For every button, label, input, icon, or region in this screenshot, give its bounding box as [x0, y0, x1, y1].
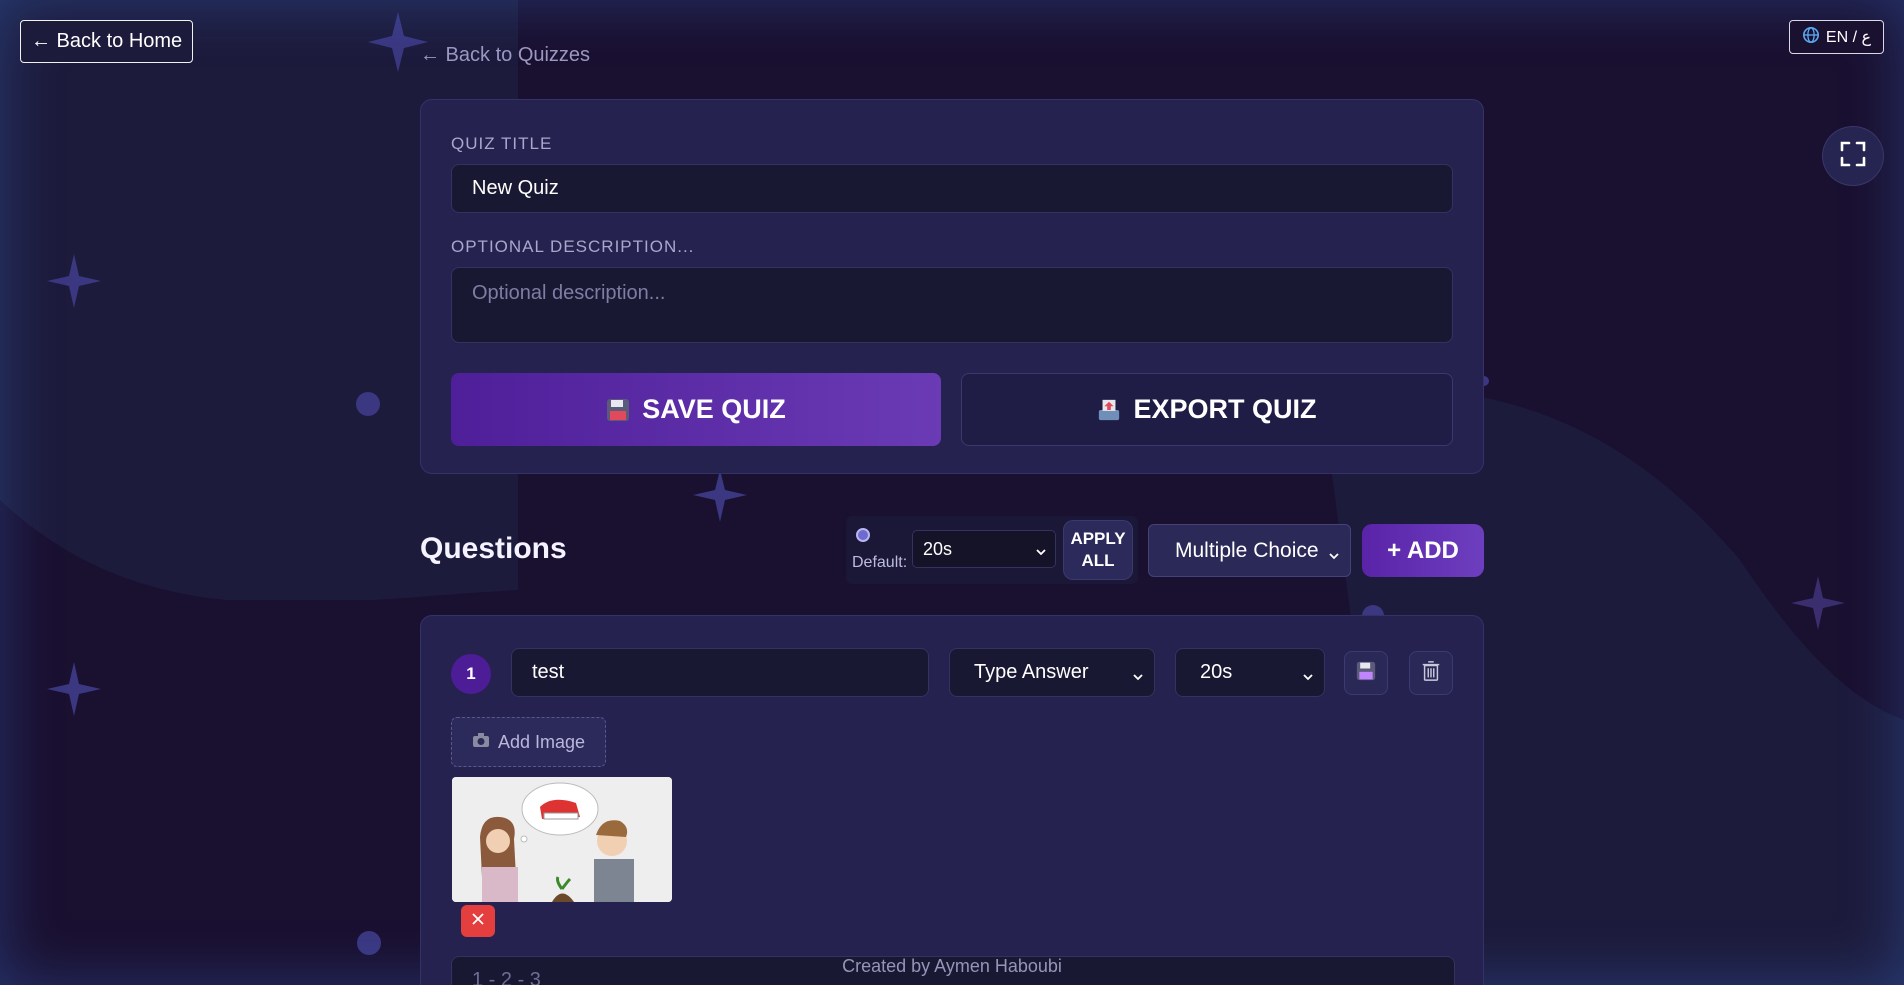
save-quiz-button[interactable]: SAVE QUIZ — [451, 373, 941, 446]
questions-heading: Questions — [420, 532, 567, 565]
question-image-thumbnail — [452, 777, 672, 902]
delete-question-button[interactable] — [1409, 651, 1453, 695]
add-image-button[interactable]: Add Image — [451, 717, 606, 767]
add-question-button[interactable]: + ADD — [1362, 524, 1484, 577]
remove-image-button[interactable] — [461, 905, 495, 937]
description-textarea[interactable]: Optional description... — [451, 267, 1453, 343]
floppy-disk-icon — [606, 397, 630, 423]
default-time-value: 20s — [923, 538, 953, 559]
quiz-title-label: QUIZ TITLE — [451, 134, 553, 153]
default-time-label: Default: — [852, 554, 908, 571]
chevron-down-icon — [1328, 544, 1340, 568]
question-answer-type-select[interactable]: Type Answer — [949, 648, 1155, 697]
question-number-badge: 1 — [451, 654, 491, 694]
default-time-select[interactable]: 20s — [912, 530, 1056, 568]
save-quiz-label: SAVE QUIZ — [642, 394, 786, 424]
question-time-select[interactable]: 20s — [1175, 648, 1325, 697]
apply-all-button[interactable]: APPLY ALL — [1063, 520, 1133, 580]
trash-icon — [1420, 660, 1442, 687]
export-quiz-label: EXPORT QUIZ — [1133, 394, 1317, 424]
back-to-home-button[interactable]: ← Back to Home — [20, 20, 194, 63]
floppy-disk-icon — [1356, 661, 1376, 686]
globe-icon — [1802, 26, 1820, 49]
outbox-tray-icon — [1097, 397, 1121, 423]
back-to-quizzes-link[interactable]: ← Back to Quizzes — [420, 44, 590, 67]
question-type-select[interactable]: Multiple Choice — [1148, 524, 1351, 577]
chevron-down-icon — [1035, 542, 1047, 563]
fullscreen-icon — [1839, 140, 1867, 173]
language-label: EN / ع — [1825, 29, 1871, 46]
chevron-down-icon — [1302, 666, 1314, 689]
camera-icon — [472, 732, 490, 753]
export-quiz-button[interactable]: EXPORT QUIZ — [961, 373, 1453, 446]
add-image-label: Add Image — [497, 731, 586, 752]
chevron-down-icon — [1132, 666, 1144, 689]
save-question-button[interactable] — [1344, 651, 1388, 695]
question-text-input[interactable]: test — [511, 648, 929, 697]
quiz-title-input[interactable]: New Quiz — [451, 164, 1453, 213]
footer-credit: Created by Aymen Haboubi — [842, 956, 1062, 976]
question-card: 1 test Type Answer 20s Add Image 1 - 2 -… — [420, 615, 1484, 985]
question-type-value: Multiple Choice — [1175, 538, 1319, 562]
fullscreen-button[interactable] — [1822, 126, 1884, 186]
quiz-details-card: QUIZ TITLE New Quiz OPTIONAL DESCRIPTION… — [420, 99, 1484, 474]
answer-type-value: Type Answer — [974, 661, 1089, 683]
question-time-value: 20s — [1200, 661, 1233, 683]
close-icon — [471, 912, 485, 931]
language-toggle-button[interactable]: EN / ع — [1788, 20, 1884, 54]
description-label: OPTIONAL DESCRIPTION... — [451, 237, 695, 256]
stopwatch-icon — [856, 528, 870, 542]
